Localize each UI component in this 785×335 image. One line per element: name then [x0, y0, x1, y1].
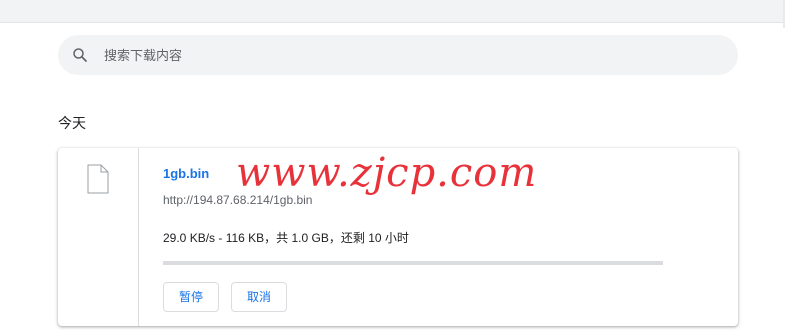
file-name-link[interactable]: 1gb.bin — [163, 166, 209, 181]
date-header: 今天 — [58, 115, 86, 131]
file-icon — [87, 164, 109, 199]
search-icon[interactable] — [70, 45, 90, 65]
download-progress-bar — [163, 261, 663, 265]
search-box[interactable] — [58, 35, 738, 75]
file-url: http://194.87.68.214/1gb.bin — [163, 193, 313, 207]
file-icon-column — [58, 148, 139, 326]
cancel-button[interactable]: 取消 — [231, 282, 288, 312]
search-input[interactable] — [102, 46, 706, 64]
top-bar — [0, 0, 785, 23]
pause-button[interactable]: 暂停 — [163, 282, 220, 312]
download-item-card: 1gb.bin http://194.87.68.214/1gb.bin 29.… — [58, 148, 738, 326]
download-status: 29.0 KB/s - 116 KB，共 1.0 GB，还剩 10 小时 — [163, 231, 409, 245]
